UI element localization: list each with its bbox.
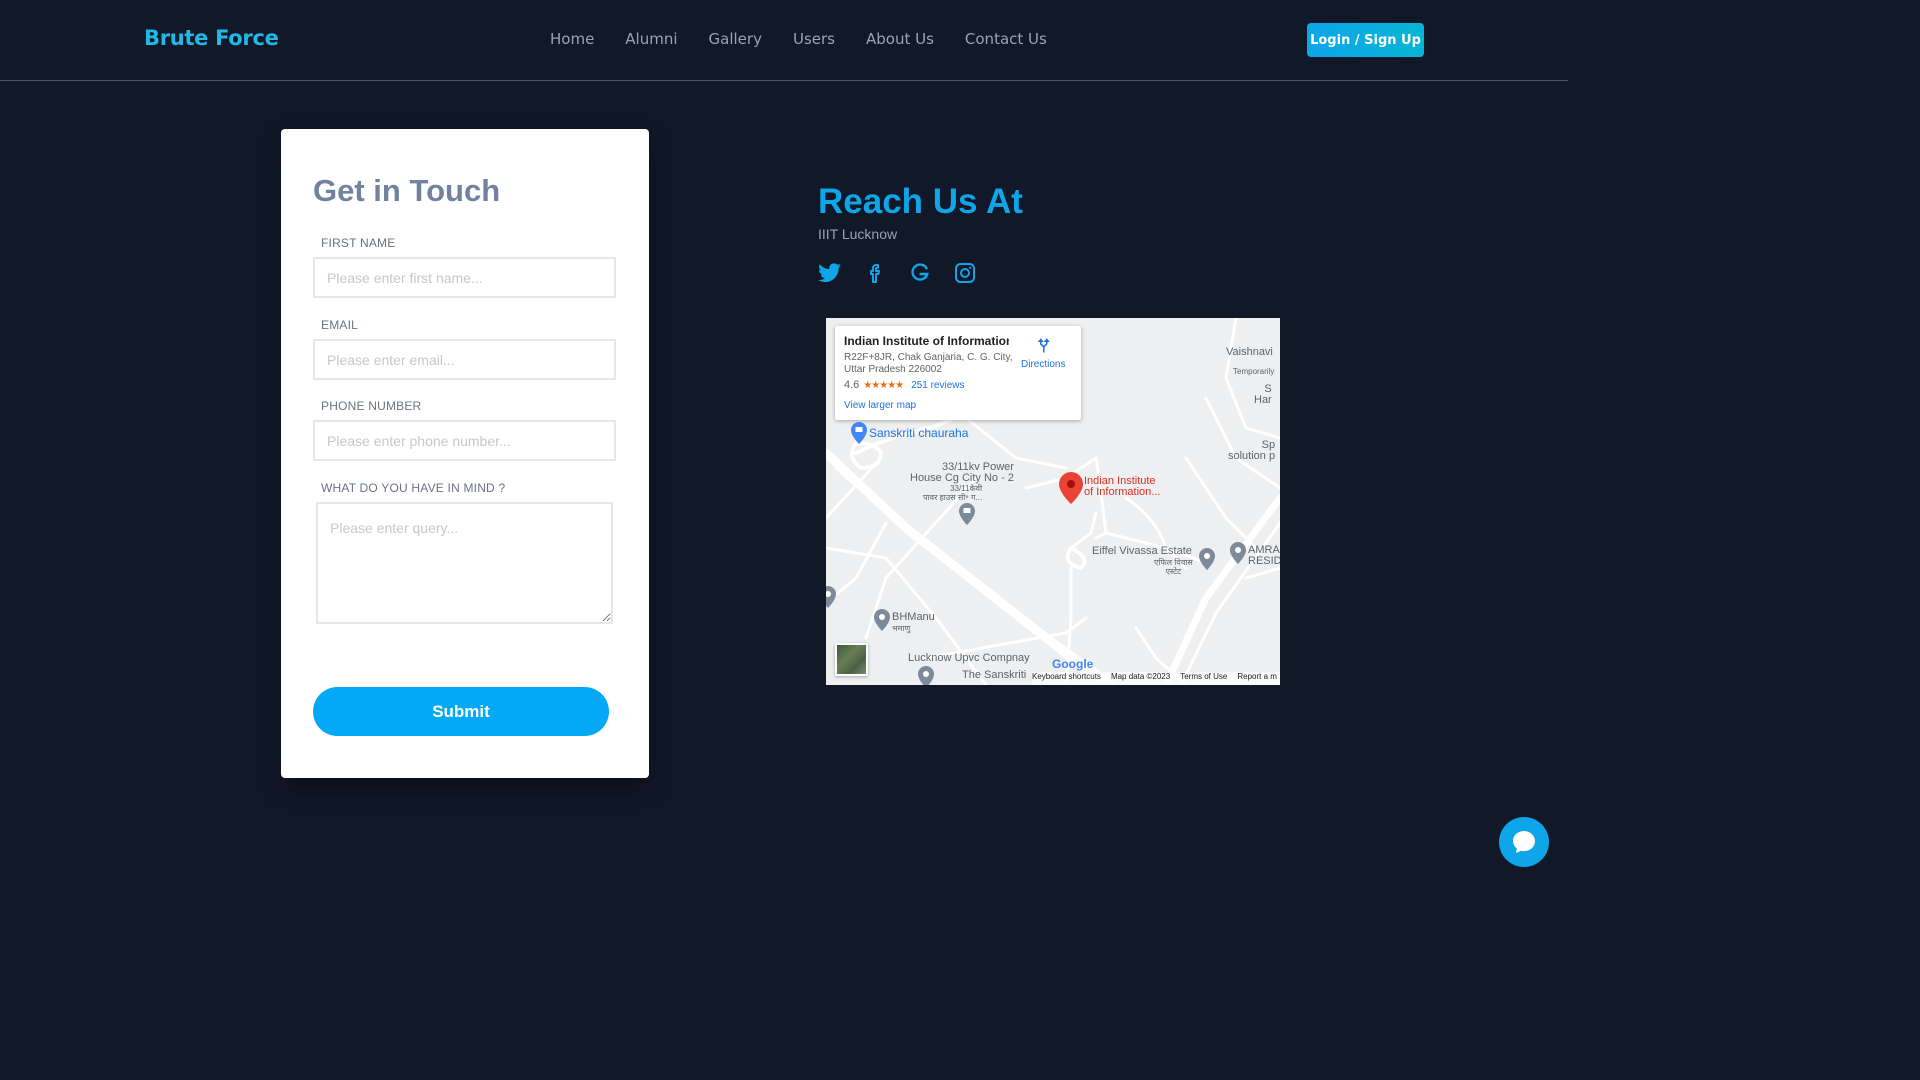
residence-pin-icon-2[interactable] [1230,542,1246,564]
map-label-eiffel: Eiffel Vivassa Estate [1092,545,1192,557]
residence-pin-icon[interactable] [1199,548,1215,570]
map-label-vaishnavi: Vaishnavi [1226,346,1273,358]
directions-button[interactable]: Directions [1021,336,1065,370]
map-label-sp-solution: Sp solution p [1228,439,1276,462]
view-larger-map-link[interactable]: View larger map [844,400,916,411]
nav-link-about-us[interactable]: About Us [866,30,934,48]
chat-bubble-icon [1513,831,1535,853]
nav-link-users[interactable]: Users [793,30,835,48]
bhmanu-pin-icon[interactable] [874,609,890,631]
instagram-icon[interactable] [953,261,977,285]
reach-us-location: IIIT Lucknow [818,226,898,242]
map-label-power-house-hindi: 33/11केवी पावर हाउस सी॰ ग... [923,484,983,502]
map-label-s-har: S Har [1254,383,1272,406]
reach-us-title: Reach Us At [818,182,1023,221]
nav-links: Home Alumni Gallery Users About Us Conta… [550,30,1078,48]
terms-of-use-link[interactable]: Terms of Use [1180,672,1227,685]
star-rating-icon: ★★★★★ [863,379,904,391]
twitter-icon[interactable] [818,261,842,285]
shopping-pin-icon[interactable] [851,422,867,444]
first-name-label: FIRST NAME [321,236,396,250]
map-reviews-link[interactable]: 251 reviews [911,380,964,391]
email-input[interactable] [313,339,616,380]
map-label-iiit: Indian Institute of Information... [1084,475,1161,498]
map-label-power-house: 33/11kv Power House Cg City No - 2 [910,461,1014,484]
upvc-pin-icon[interactable] [918,666,934,685]
nav-link-home[interactable]: Home [550,30,594,48]
map-label-amra: AMRA RESID [1248,544,1280,567]
directions-icon [1037,338,1050,353]
map-place-rating: 4.6 ★★★★★ 251 reviews [844,379,964,391]
map-label-temporarily: Temporarily [1233,367,1275,376]
report-map-error-link[interactable]: Report a m [1237,672,1277,685]
location-map[interactable]: Indian Institute of Information... R22F+… [826,318,1280,685]
submit-button[interactable]: Submit [313,687,609,736]
keyboard-shortcuts-link[interactable]: Keyboard shortcuts [1032,672,1101,685]
google-logo: Google [1052,657,1094,671]
satellite-toggle-button[interactable] [835,643,868,676]
edge-pin-icon[interactable] [826,586,836,608]
map-label-sanskriti: Sanskriti chauraha [869,426,969,440]
map-data-text: Map data ©2023 [1110,672,1171,681]
map-footer: Keyboard shortcuts Map data ©2023 Terms … [1032,672,1280,685]
brand-logo[interactable]: Brute Force [144,26,279,50]
location-pin-icon[interactable] [1059,472,1083,504]
map-label-eiffel-hindi: एफिल विवास एस्टेट [1154,558,1193,576]
navbar: Brute Force Home Alumni Gallery Users Ab… [0,0,1568,81]
map-label-sanskriti-school: The Sanskriti [962,669,1027,681]
map-place-address: R22F+8JR, Chak Ganjaria, C. G. City, Utt… [844,352,1013,375]
map-label-bhmanu-hindi: भमाणु [892,624,911,633]
map-place-title: Indian Institute of Information... [844,334,1009,348]
chat-button[interactable] [1499,817,1549,867]
facebook-icon[interactable] [863,261,887,285]
social-links [818,261,998,285]
email-label: EMAIL [321,318,359,332]
map-label-bhmanu: BHManu [892,611,935,623]
login-signup-button[interactable]: Login / Sign Up [1307,23,1424,57]
map-place-card: Indian Institute of Information... R22F+… [835,326,1081,420]
phone-input[interactable] [313,420,616,461]
nav-link-alumni[interactable]: Alumni [625,30,677,48]
phone-label: PHONE NUMBER [321,399,422,413]
first-name-input[interactable] [313,257,616,298]
query-textarea[interactable] [316,502,613,624]
nav-link-gallery[interactable]: Gallery [709,30,762,48]
map-label-upvc: Lucknow Upvc Compnay [908,652,1030,664]
query-label: WHAT DO YOU HAVE IN MIND ? [321,481,506,495]
google-icon[interactable] [908,261,932,285]
contact-form-title: Get in Touch [313,173,501,208]
nav-link-contact-us[interactable]: Contact Us [965,30,1047,48]
contact-card: Get in Touch FIRST NAME EMAIL PHONE NUMB… [281,129,649,778]
map-rating-value: 4.6 [844,379,860,391]
building-pin-icon[interactable] [959,503,975,525]
